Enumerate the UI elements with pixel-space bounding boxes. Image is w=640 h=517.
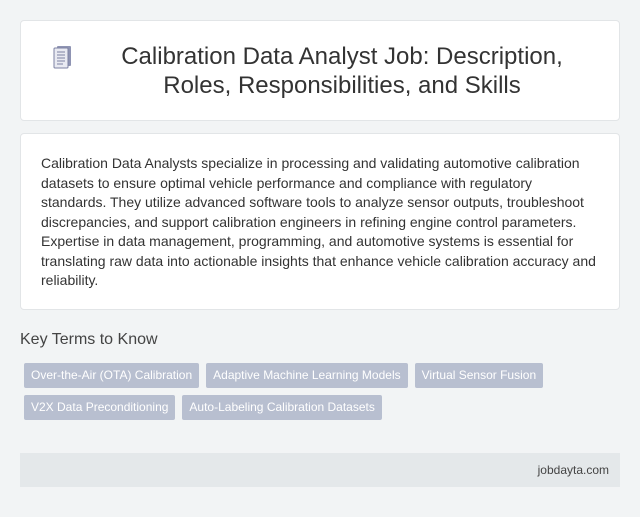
key-terms-tags: Over-the-Air (OTA) Calibration Adaptive … <box>24 363 604 427</box>
title-wrap: Calibration Data Analyst Job: Descriptio… <box>51 42 589 100</box>
page-title: Calibration Data Analyst Job: Descriptio… <box>121 42 563 99</box>
job-description: Calibration Data Analysts specialize in … <box>41 155 596 288</box>
tag-virtual-sensor-fusion[interactable]: Virtual Sensor Fusion <box>414 363 544 388</box>
key-terms-heading: Key Terms to Know <box>20 331 158 348</box>
footer-site-link[interactable]: jobdayta.com <box>538 463 609 477</box>
description-card: Calibration Data Analysts specialize in … <box>20 133 620 310</box>
tag-auto-labeling-datasets[interactable]: Auto-Labeling Calibration Datasets <box>182 395 382 420</box>
footer: jobdayta.com <box>20 453 620 487</box>
tag-ota-calibration[interactable]: Over-the-Air (OTA) Calibration <box>24 363 200 388</box>
document-icon <box>53 45 71 68</box>
tag-v2x-data-preconditioning[interactable]: V2X Data Preconditioning <box>24 395 176 420</box>
tag-adaptive-ml-models[interactable]: Adaptive Machine Learning Models <box>206 363 408 388</box>
title-card: Calibration Data Analyst Job: Descriptio… <box>20 20 620 121</box>
